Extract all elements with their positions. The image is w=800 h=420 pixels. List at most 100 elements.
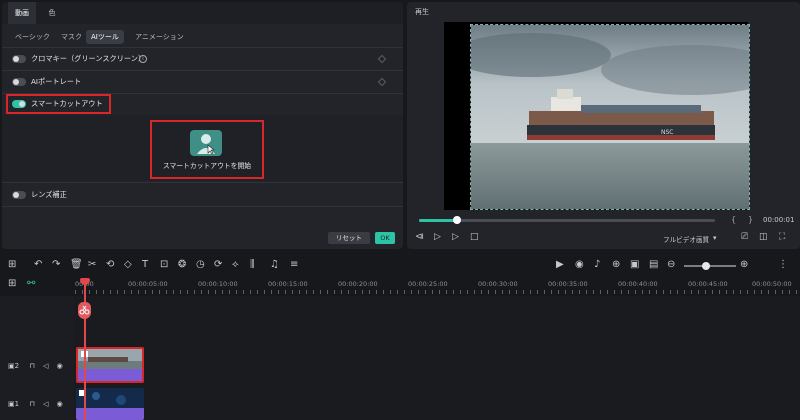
mark-in-button[interactable]: { <box>731 215 736 224</box>
link-icon[interactable]: ⚯ <box>27 278 35 289</box>
marker-icon[interactable]: ◉ <box>575 259 584 270</box>
editor-window: 動画 色 ベーシック マスク AIツール アニメーション クロマキー（グリーンス… <box>0 0 800 420</box>
clip-thumbnail <box>76 388 144 420</box>
stop-icon[interactable]: □ <box>470 232 479 242</box>
reset-button[interactable]: リセット <box>328 232 370 244</box>
keyframe-icon[interactable] <box>377 54 387 64</box>
timeline-toolbar: ⊞ ↶ ↷ 🗑 ✂ ⟲ ◇ T ⊡ ❂ ◷ ⟳ ⟡ ⫼ ♫ ≡ ▶ ◉ ♪ ⊕ … <box>0 256 800 276</box>
speed-icon[interactable]: ⟳ <box>214 259 222 270</box>
ruler-label: 00:00:40:00 <box>618 280 658 288</box>
speaker-icon[interactable]: ◁ <box>43 362 48 370</box>
mark-out-button[interactable]: } <box>748 215 753 224</box>
start-smart-cutout-label: スマートカットアウトを開始 <box>162 162 252 170</box>
play-back-icon[interactable]: ▷ <box>434 232 441 242</box>
prev-frame-icon[interactable]: ⧏ <box>415 232 424 242</box>
start-smart-cutout-button[interactable] <box>190 130 222 156</box>
video-track-icon: ▣ <box>8 362 15 370</box>
subtab-mask[interactable]: マスク <box>56 30 87 44</box>
grid-menu-icon[interactable]: ⋮ <box>778 259 788 270</box>
player-title: 再生 <box>415 8 429 16</box>
ruler-label: 00:00:10:00 <box>198 280 238 288</box>
time-readout: 00:00:01 <box>763 216 795 224</box>
lock-icon[interactable]: ⊓ <box>29 400 34 408</box>
crop-icon[interactable]: ⊡ <box>160 259 168 270</box>
person-icon <box>197 134 215 155</box>
ruler-label: 00:00:25:00 <box>408 280 448 288</box>
ai-portrait-toggle[interactable] <box>12 78 26 86</box>
cut-icon[interactable]: ✂ <box>88 259 96 270</box>
keyframe-icon[interactable] <box>377 77 387 87</box>
zoom-out-icon[interactable]: ⊖ <box>667 259 675 270</box>
svg-text:NSC: NSC <box>661 129 674 136</box>
clip-thumbnail <box>78 349 142 381</box>
display-icon[interactable]: ⎚ <box>741 232 748 242</box>
image-icon[interactable]: ▣ <box>630 259 639 270</box>
progress-handle[interactable] <box>453 216 462 224</box>
track-2-controls: ▣2 ⊓ ◁ ◉ <box>8 362 63 370</box>
video-clip-background[interactable] <box>76 388 144 420</box>
playhead[interactable] <box>84 280 86 420</box>
top-tabs: 動画 色 <box>2 2 403 24</box>
subtitle-icon[interactable]: ▤ <box>649 259 658 270</box>
more-icon[interactable]: ≡ <box>290 259 298 270</box>
add-track-icon[interactable]: ⊞ <box>8 278 16 289</box>
lens-correction-label: レンズ補正 <box>31 190 67 199</box>
play-icon[interactable]: ▷ <box>452 232 459 242</box>
quality-select[interactable]: フルビデオ画質 <box>663 234 709 244</box>
ruler-ticks <box>75 290 800 294</box>
split-icon[interactable]: ⫼ <box>250 259 255 270</box>
mic-icon[interactable]: ♪ <box>594 259 600 270</box>
sub-tabs: ベーシック マスク AIツール アニメーション <box>2 26 403 46</box>
fullscreen-icon[interactable]: ⛶ <box>779 232 785 242</box>
eye-icon[interactable]: ◉ <box>57 362 63 370</box>
ruler-label: 00:00:05:00 <box>128 280 168 288</box>
track-number: 2 <box>14 362 20 370</box>
redo-icon[interactable]: ↷ <box>52 259 60 270</box>
zoom-in-icon[interactable]: ⊕ <box>740 259 748 270</box>
chroma-key-toggle[interactable] <box>12 55 26 63</box>
highlight-box <box>6 94 111 114</box>
ruler-label: 00:00:45:00 <box>688 280 728 288</box>
ruler-label: 00:00:20:00 <box>338 280 378 288</box>
stabilize-icon[interactable]: ⟡ <box>232 259 239 270</box>
ok-button[interactable]: OK <box>375 232 395 244</box>
ai-portrait-row: AIポートレート <box>2 71 403 93</box>
undo-icon[interactable]: ↶ <box>34 259 42 270</box>
scissors-marker-icon[interactable] <box>78 302 91 319</box>
grid-icon[interactable]: ⊞ <box>8 259 16 270</box>
subtab-animation[interactable]: アニメーション <box>130 30 189 44</box>
tab-color[interactable]: 色 <box>42 2 62 24</box>
track-number: 1 <box>14 400 20 408</box>
progress-fill <box>419 219 458 222</box>
voiceover-icon[interactable]: ⊕ <box>612 259 620 270</box>
tag-icon[interactable]: ◇ <box>124 259 132 270</box>
tab-video[interactable]: 動画 <box>8 2 36 24</box>
color-icon[interactable]: ❂ <box>178 259 186 270</box>
subtab-ai-tools[interactable]: AIツール <box>86 30 124 44</box>
scissors-icon <box>79 305 90 315</box>
delete-icon[interactable]: 🗑 <box>70 259 83 270</box>
divider <box>2 206 403 207</box>
ruler-label: 00:00:50:00 <box>752 280 792 288</box>
text-icon[interactable]: T <box>142 259 148 270</box>
zoom-slider-handle[interactable] <box>702 262 710 270</box>
play-icon[interactable]: ▶ <box>556 259 564 270</box>
audio-icon[interactable]: ♫ <box>270 259 279 270</box>
chevron-down-icon[interactable]: ▾ <box>713 234 717 242</box>
lock-icon[interactable]: ⊓ <box>29 362 34 370</box>
eye-icon[interactable]: ◉ <box>57 400 63 408</box>
progress-track[interactable] <box>419 219 715 222</box>
ruler-label: 00:00:30:00 <box>478 280 518 288</box>
link-icon[interactable]: ⟲ <box>106 259 114 270</box>
lens-correction-row: レンズ補正 <box>2 184 403 206</box>
video-preview[interactable]: NSC <box>470 24 750 210</box>
timer-icon[interactable]: ◷ <box>196 259 205 270</box>
video-track-icon: ▣ <box>8 400 15 408</box>
subtab-basic[interactable]: ベーシック <box>10 30 55 44</box>
zoom-slider[interactable] <box>684 265 736 267</box>
lens-correction-toggle[interactable] <box>12 191 26 199</box>
speaker-icon[interactable]: ◁ <box>43 400 48 408</box>
info-icon[interactable]: i <box>139 55 147 63</box>
video-clip-ship[interactable] <box>76 347 144 383</box>
snapshot-icon[interactable]: ◫ <box>759 232 768 242</box>
